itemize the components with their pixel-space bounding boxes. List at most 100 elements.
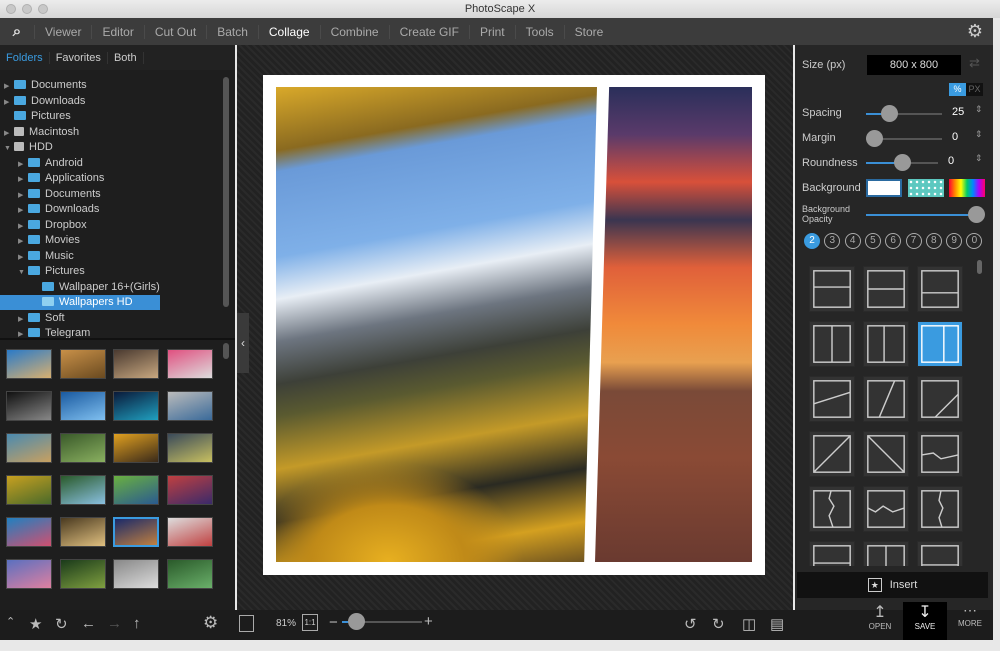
zoom-slider-knob[interactable] <box>348 613 365 630</box>
close-button[interactable] <box>6 4 16 14</box>
thumbnail[interactable] <box>6 559 52 589</box>
thumbnail[interactable] <box>59 475 106 505</box>
layout-option[interactable] <box>863 486 909 532</box>
tab-favorites[interactable]: Favorites <box>50 51 108 64</box>
menu-item-store[interactable]: Store <box>563 24 614 39</box>
menu-item-viewer[interactable]: Viewer <box>34 24 91 39</box>
margin-slider-knob[interactable] <box>866 130 883 147</box>
photo-count-0[interactable]: 0 <box>966 233 983 249</box>
unit-percent-button[interactable]: % <box>949 83 966 96</box>
thumbnail[interactable] <box>166 433 213 463</box>
chevron-up-icon[interactable]: ⌃ <box>6 615 15 628</box>
background-opacity-knob[interactable] <box>968 206 985 223</box>
photo-count-7[interactable]: 7 <box>905 233 922 249</box>
collage-photo-sunset[interactable] <box>595 87 752 562</box>
panel-divider[interactable] <box>0 338 235 340</box>
menu-item-editor[interactable]: Editor <box>91 24 143 39</box>
margin-stepper-icon[interactable]: ⇕ <box>975 129 983 140</box>
swap-icon[interactable]: ⇄ <box>969 55 980 71</box>
layout-option[interactable] <box>917 486 963 532</box>
tree-item[interactable]: ▶ Downloads <box>0 94 85 109</box>
layout-option[interactable] <box>809 431 855 477</box>
collapse-panel-button[interactable]: ‹ <box>237 313 249 373</box>
photo-count-9[interactable]: 9 <box>946 233 963 249</box>
tree-item[interactable]: ▶ Documents <box>0 78 87 93</box>
disclosure-down-icon[interactable]: ▼ <box>4 141 14 156</box>
thumbnail[interactable] <box>166 517 213 547</box>
thumbnail[interactable] <box>113 517 159 547</box>
thumbnail[interactable] <box>113 391 159 421</box>
star-icon[interactable]: ★ <box>29 615 42 633</box>
roundness-slider-knob[interactable] <box>894 154 911 171</box>
background-gradient-rainbow[interactable] <box>949 179 985 197</box>
save-button[interactable]: ↧ SAVE <box>903 602 947 640</box>
background-color-white[interactable] <box>866 179 902 197</box>
panel-toggle-icon[interactable] <box>239 615 254 632</box>
zoom-out-icon[interactable]: − <box>329 614 338 631</box>
roundness-value[interactable]: 0 <box>948 155 954 167</box>
background-opacity-slider[interactable] <box>866 214 976 216</box>
thumbnail[interactable] <box>166 349 213 379</box>
tree-item[interactable]: Wallpapers HD <box>0 295 160 310</box>
zoom-in-icon[interactable]: + <box>424 613 433 630</box>
photo-count-8[interactable]: 8 <box>925 233 942 249</box>
flip-vertical-icon[interactable]: ▤ <box>770 615 784 633</box>
disclosure-right-icon[interactable]: ▶ <box>18 203 28 218</box>
thumbnail[interactable] <box>59 349 106 379</box>
layout-option[interactable] <box>863 376 909 422</box>
up-arrow-icon[interactable]: ↑ <box>133 615 141 632</box>
layout-scrollbar[interactable] <box>977 260 982 274</box>
collage-canvas[interactable]: ‹ <box>237 45 793 610</box>
menu-item-combine[interactable]: Combine <box>319 24 389 39</box>
layout-option[interactable] <box>809 266 855 312</box>
menu-item-tools[interactable]: Tools <box>514 24 564 39</box>
tree-item[interactable]: ▶ Downloads <box>0 202 99 217</box>
layout-option[interactable] <box>917 266 963 312</box>
menu-item-cut-out[interactable]: Cut Out <box>143 24 206 39</box>
tree-item[interactable]: Pictures <box>0 109 71 124</box>
disclosure-right-icon[interactable]: ▶ <box>18 172 28 187</box>
menu-item-collage[interactable]: Collage <box>257 24 320 39</box>
layout-option[interactable] <box>863 321 909 367</box>
tree-scrollbar[interactable] <box>223 77 229 307</box>
layout-option[interactable] <box>917 376 963 422</box>
disclosure-right-icon[interactable]: ▶ <box>18 234 28 249</box>
menu-item-batch[interactable]: Batch <box>206 24 258 39</box>
size-input[interactable]: 800 x 800 <box>867 55 961 75</box>
photo-count-5[interactable]: 5 <box>864 233 881 249</box>
thumbnail[interactable] <box>166 391 213 421</box>
layout-option[interactable] <box>917 431 963 477</box>
disclosure-right-icon[interactable]: ▶ <box>4 126 14 141</box>
thumbnail[interactable] <box>59 433 106 463</box>
rotate-left-icon[interactable]: ↺ <box>684 615 697 633</box>
photo-count-6[interactable]: 6 <box>885 233 902 249</box>
disclosure-right-icon[interactable]: ▶ <box>4 95 14 110</box>
refresh-icon[interactable]: ↻ <box>55 615 68 633</box>
tree-item[interactable]: ▶ Macintosh <box>0 125 79 140</box>
tree-item[interactable]: ▶ Documents <box>0 187 101 202</box>
photo-count-4[interactable]: 4 <box>844 233 861 249</box>
disclosure-right-icon[interactable]: ▶ <box>18 157 28 172</box>
tree-item[interactable]: ▶ Telegram <box>0 326 90 338</box>
layout-option[interactable] <box>917 541 963 566</box>
photo-count-2[interactable]: 2 <box>804 233 820 249</box>
forward-arrow-icon[interactable]: → <box>107 615 122 632</box>
thumbnail[interactable] <box>6 391 52 421</box>
layout-option[interactable] <box>809 541 855 566</box>
menu-item-create-gif[interactable]: Create GIF <box>388 24 469 39</box>
layout-option[interactable] <box>863 266 909 312</box>
layout-option[interactable] <box>917 321 963 367</box>
disclosure-right-icon[interactable]: ▶ <box>18 327 28 338</box>
tree-item[interactable]: ▶ Dropbox <box>0 218 87 233</box>
photo-count-3[interactable]: 3 <box>824 233 841 249</box>
spacing-stepper-icon[interactable]: ⇕ <box>975 104 983 115</box>
rotate-right-icon[interactable]: ↻ <box>712 615 725 633</box>
tree-item[interactable]: ▶ Soft <box>0 311 65 326</box>
layout-option[interactable] <box>863 431 909 477</box>
tab-both[interactable]: Both <box>108 51 144 64</box>
more-button[interactable]: ⋯ MORE <box>948 602 992 640</box>
gear-icon[interactable]: ⚙ <box>967 21 983 42</box>
disclosure-down-icon[interactable]: ▼ <box>18 265 28 280</box>
tree-item[interactable]: ▼ HDD <box>0 140 53 155</box>
tree-item[interactable]: ▼ Pictures <box>0 264 85 279</box>
